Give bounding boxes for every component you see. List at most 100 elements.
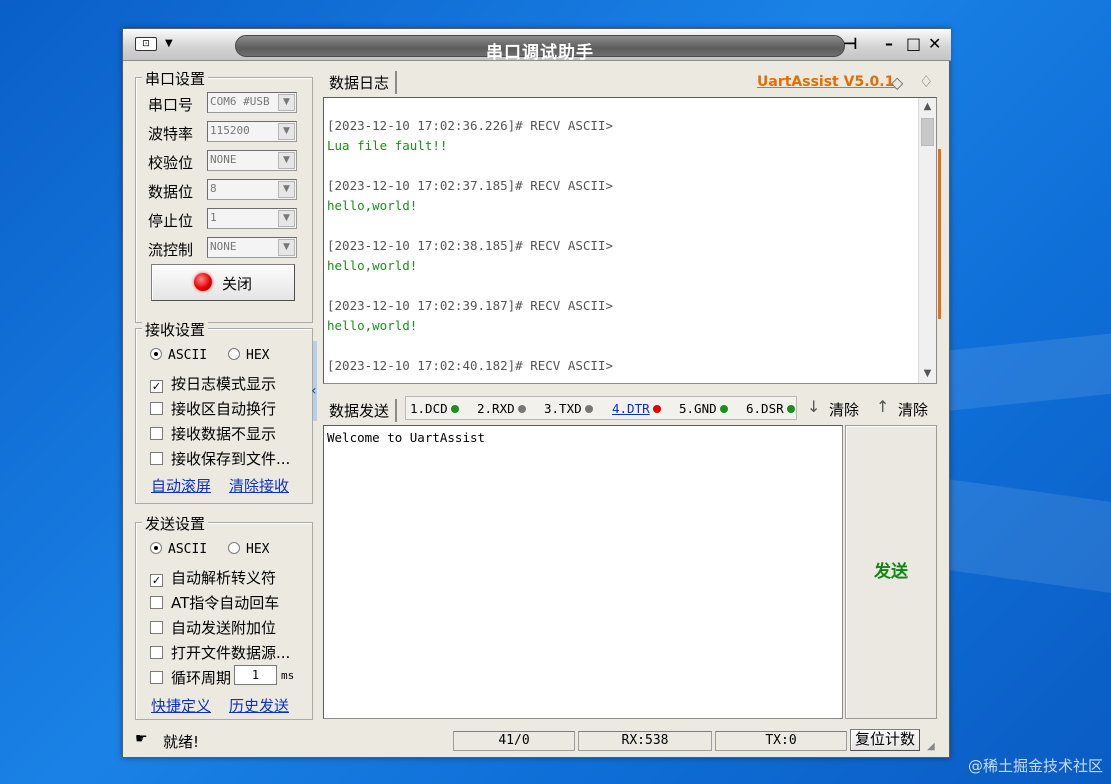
send-append-checkbox[interactable]: 自动发送附加位: [150, 617, 276, 638]
bell-icon[interactable]: ♢: [919, 72, 933, 91]
pin-gnd: 5.GND: [679, 401, 728, 416]
clear-send-button[interactable]: 清除: [898, 399, 928, 420]
send-ascii-radio[interactable]: ASCII: [150, 542, 207, 557]
send-content: Welcome to UartAssist: [327, 430, 486, 445]
window-title: 串口调试助手: [486, 43, 594, 63]
radio-icon: [228, 542, 240, 554]
flowctrl-label: 流控制: [148, 241, 194, 259]
maximize-button[interactable]: □: [906, 34, 921, 54]
chevron-down-icon[interactable]: ▼: [278, 239, 295, 256]
checkbox-icon: [150, 452, 163, 465]
clear-arrow-up-icon[interactable]: ↑: [876, 397, 889, 416]
send-open-file-checkbox[interactable]: 打开文件数据源...: [150, 642, 290, 663]
reset-count-button[interactable]: 复位计数: [850, 729, 920, 751]
checkbox-icon: [150, 621, 163, 634]
send-button[interactable]: 发送: [845, 425, 937, 719]
stopbits-select[interactable]: 1 ▼: [207, 208, 297, 229]
recv-log-mode-checkbox[interactable]: ✓ 按日志模式显示: [150, 373, 276, 394]
menu-dropdown-icon[interactable]: ▼: [165, 38, 173, 49]
checkbox-icon: [150, 596, 163, 609]
checkmark-icon: ✓: [150, 380, 163, 393]
tab-data-log[interactable]: 数据日志: [323, 71, 398, 94]
resize-grip-icon[interactable]: ◢: [927, 741, 935, 752]
shortcut-define-link[interactable]: 快捷定义: [151, 695, 211, 716]
clear-receive-link[interactable]: 清除接收: [229, 475, 289, 496]
chevron-down-icon[interactable]: ▼: [278, 152, 295, 169]
checkmark-icon: ✓: [150, 574, 163, 587]
diamond-icon[interactable]: ◇: [891, 73, 903, 92]
cycle-period-input[interactable]: [234, 665, 277, 685]
stopbits-label: 停止位: [148, 212, 194, 230]
status-rx: RX:538: [578, 731, 712, 751]
send-cycle-checkbox[interactable]: 循环周期: [150, 667, 231, 688]
recv-auto-wrap-checkbox[interactable]: 接收区自动换行: [150, 398, 276, 419]
app-brand-link[interactable]: UartAssist V5.0.1: [757, 74, 894, 90]
status-tx: TX:0: [715, 731, 847, 751]
recv-hide-data-checkbox[interactable]: 接收数据不显示: [150, 423, 276, 444]
watermark: @稀土掘金技术社区: [967, 757, 1103, 775]
chevron-down-icon[interactable]: ▼: [278, 94, 295, 111]
radio-icon: [228, 348, 240, 360]
hand-pointer-icon: ☛: [135, 731, 148, 747]
databits-select[interactable]: 8 ▼: [207, 179, 297, 200]
serial-settings-title: 串口设置: [142, 68, 209, 89]
log-message: hello,world!: [327, 198, 418, 213]
databits-label: 数据位: [148, 183, 194, 201]
title-bar[interactable]: ⊡ ▼ 串口调试助手 ⊣ – □ ✕: [123, 29, 951, 63]
flowctrl-select[interactable]: NONE ▼: [207, 237, 297, 258]
chevron-down-icon[interactable]: ▼: [278, 181, 295, 198]
send-escape-checkbox[interactable]: ✓ 自动解析转义符: [150, 567, 276, 588]
app-logo-icon[interactable]: ⊡: [135, 37, 157, 51]
log-header: [2023-12-10 17:02:37.185]# RECV ASCII>: [327, 178, 613, 193]
scroll-up-icon[interactable]: ▲: [919, 98, 936, 116]
baud-select[interactable]: 115200 ▼: [207, 121, 297, 142]
send-history-link[interactable]: 历史发送: [229, 695, 289, 716]
tab-data-send[interactable]: 数据发送: [323, 399, 398, 422]
splitter-accent: [938, 149, 941, 319]
log-scrollbar[interactable]: ▲ ▼: [918, 98, 936, 383]
minimize-button[interactable]: –: [885, 34, 893, 54]
splitter-handle[interactable]: [313, 341, 317, 421]
recv-hex-radio[interactable]: HEX: [228, 348, 269, 363]
auto-scroll-link[interactable]: 自动滚屏: [151, 475, 211, 496]
send-at-cr-checkbox[interactable]: AT指令自动回车: [150, 592, 279, 613]
receive-settings-title: 接收设置: [142, 319, 209, 340]
pin-status-bar: [405, 396, 797, 420]
log-header: [2023-12-10 17:02:38.185]# RECV ASCII>: [327, 238, 613, 253]
clear-arrow-down-icon[interactable]: ↓: [807, 397, 820, 416]
status-counts: 41/0: [453, 731, 575, 751]
open-close-port-button[interactable]: 关闭: [151, 264, 295, 301]
pin-led-icon: [584, 405, 593, 413]
open-close-label: 关闭: [222, 275, 253, 293]
radio-selected-icon: [150, 542, 162, 554]
port-select[interactable]: COM6 #USB ▼: [207, 92, 297, 113]
title-pill: 串口调试助手: [235, 35, 845, 63]
radio-selected-icon: [150, 348, 162, 360]
status-ready: 就绪!: [163, 733, 200, 751]
chevron-down-icon[interactable]: ▼: [278, 210, 295, 227]
log-message: hello,world!: [327, 318, 418, 333]
close-button[interactable]: ✕: [928, 34, 941, 54]
checkbox-icon: [150, 646, 163, 659]
pin-dsr: 6.DSR: [746, 401, 795, 416]
receive-log-area[interactable]: [2023-12-10 17:02:36.226]# RECV ASCII> L…: [323, 97, 937, 384]
scroll-thumb[interactable]: [921, 118, 934, 146]
send-hex-radio[interactable]: HEX: [228, 542, 269, 557]
chevron-down-icon[interactable]: ▼: [278, 123, 295, 140]
clear-receive-button[interactable]: 清除: [829, 399, 859, 420]
scroll-down-icon[interactable]: ▼: [919, 365, 936, 383]
pin-led-icon: [652, 405, 661, 413]
recv-save-file-checkbox[interactable]: 接收保存到文件...: [150, 448, 290, 469]
log-header: [2023-12-10 17:02:40.182]# RECV ASCII>: [327, 358, 613, 373]
pin-dtr[interactable]: 4.DTR: [612, 401, 661, 416]
collapse-chevron-icon[interactable]: ‹: [311, 383, 317, 399]
send-input-area[interactable]: Welcome to UartAssist: [323, 425, 843, 719]
pin-led-icon: [450, 405, 459, 413]
log-header: [2023-12-10 17:02:36.226]# RECV ASCII>: [327, 118, 613, 133]
log-message: hello,world!: [327, 258, 418, 273]
log-message: Lua file fault!!: [327, 138, 448, 153]
serial-settings-group: 串口设置 串口号 COM6 #USB ▼ 波特率 115200 ▼ 校验位 NONE…: [135, 68, 313, 323]
recv-ascii-radio[interactable]: ASCII: [150, 348, 207, 363]
parity-select[interactable]: NONE ▼: [207, 150, 297, 171]
pin-icon[interactable]: ⊣: [843, 34, 858, 54]
